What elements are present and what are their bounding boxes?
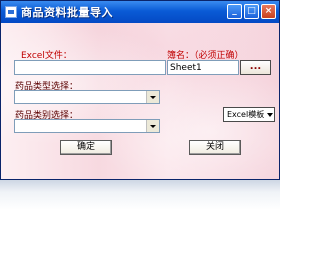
ok-button[interactable]: 确定 xyxy=(60,140,112,155)
chevron-down-icon[interactable] xyxy=(146,91,159,103)
caret-down-icon xyxy=(267,112,274,117)
excel-template-button[interactable]: Excel模板 xyxy=(223,107,275,122)
chevron-down-icon[interactable] xyxy=(146,120,159,132)
import-dialog: 商品资料批量导入 _ □ × Excel文件： 簿名：（必须正确） Sheet1… xyxy=(0,0,280,180)
window-controls: _ □ × xyxy=(227,4,276,19)
product-category-select[interactable] xyxy=(14,119,160,133)
window-shadow xyxy=(0,180,280,210)
window-title: 商品资料批量导入 xyxy=(21,6,113,19)
close-window-button[interactable]: × xyxy=(261,4,276,19)
sheet-name-input[interactable]: Sheet1 xyxy=(167,60,239,75)
excel-file-input[interactable] xyxy=(14,60,166,75)
app-icon xyxy=(5,6,17,18)
product-type-select[interactable] xyxy=(14,90,160,104)
cancel-button[interactable]: 关闭 xyxy=(189,140,241,155)
minimize-button[interactable]: _ xyxy=(227,4,242,19)
excel-template-label: Excel模板 xyxy=(227,110,265,119)
title-bar[interactable]: 商品资料批量导入 _ □ × xyxy=(1,1,279,23)
product-category-value xyxy=(15,128,17,138)
maximize-button[interactable]: □ xyxy=(244,4,259,19)
browse-button[interactable]: ... xyxy=(240,60,271,75)
